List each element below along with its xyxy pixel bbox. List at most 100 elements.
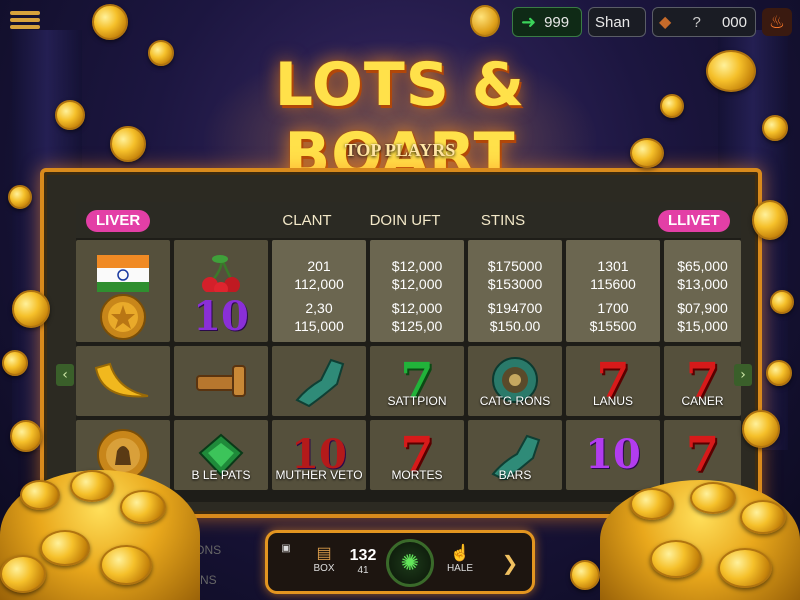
bottom-control-bar: ▣ ▤ BOX 132 41 ✺ ☝ HALE ❯ <box>265 530 535 594</box>
table-cell: 2,30 115,000 <box>272 292 366 342</box>
slot-tile[interactable]: B LE PATS <box>174 420 268 490</box>
coin-icon <box>762 115 788 141</box>
slot-tile[interactable]: 10 MUTHER VETO <box>272 420 366 490</box>
ten-symbol: 10 <box>193 293 249 340</box>
slot-tile[interactable]: 7 SATTPION <box>370 346 464 416</box>
wallet-icon[interactable]: ▣ <box>276 543 296 554</box>
coin-icon <box>10 420 42 452</box>
coin-icon <box>742 410 780 448</box>
seven-symbol: 7 <box>685 427 720 483</box>
coin-icon <box>0 555 46 593</box>
box-label: BOX <box>313 563 335 574</box>
help-button[interactable]: ? <box>692 14 700 31</box>
coin-icon <box>40 530 90 566</box>
hale-label: HALE <box>446 563 474 574</box>
cell-value: $150.00 <box>489 318 541 334</box>
coin-icon <box>630 488 674 520</box>
slot-tile[interactable]: 7 CANER <box>664 346 741 416</box>
coin-icon <box>8 185 32 209</box>
india-flag-icon <box>97 255 149 295</box>
cell-value: $12,000 <box>391 300 443 316</box>
slot-tile[interactable] <box>272 346 366 416</box>
gem-icon: ◆ <box>659 14 672 31</box>
column-header: STINS <box>480 212 526 229</box>
coin-icon <box>120 490 166 524</box>
ten-symbol: 10 <box>585 431 641 478</box>
arrow-right-icon: ➜ <box>521 11 537 32</box>
box-icon: ▤ <box>316 545 332 562</box>
menu-button[interactable] <box>10 8 40 34</box>
list-item[interactable] <box>76 292 170 342</box>
column-header: DOIN UFT <box>369 212 441 229</box>
coin-icon <box>650 540 702 578</box>
coin-icon <box>718 548 772 588</box>
coin-icon <box>570 560 600 590</box>
cell-value: 1301 <box>597 258 629 274</box>
leaderboard-header: LIVER CLANT DOIN UFT STINS LLIVET <box>76 202 741 238</box>
gems-value: 000 <box>721 13 747 31</box>
leaderboard-subtitle: TOP PLAYRS <box>344 140 456 160</box>
slot-tile[interactable]: 7 LANUS <box>566 346 660 416</box>
table-cell: $194700 $150.00 <box>468 292 562 342</box>
cell-value: 1700 <box>597 300 629 316</box>
balance-value: 999 <box>544 13 570 31</box>
player-name-field[interactable]: Shan <box>588 7 646 37</box>
count-sub: 41 <box>357 565 369 576</box>
cell-value: 112,000 <box>294 276 344 292</box>
slot-tile[interactable]: 10 <box>566 420 660 490</box>
cell-value: $12,000 <box>391 258 443 274</box>
table-cell: 1700 $15500 <box>566 292 660 342</box>
balance-display: ➜ 999 <box>512 7 582 37</box>
coin-icon <box>100 545 152 585</box>
gems-display: ◆ ? 000 <box>652 7 756 37</box>
slot-tile[interactable] <box>76 346 170 416</box>
table-cell: $07,900 $15,000 <box>664 292 741 342</box>
coin-icon <box>770 290 794 314</box>
box-button[interactable]: ▤ BOX <box>304 543 344 574</box>
next-arrow-button[interactable]: ❯ <box>496 545 524 581</box>
list-item[interactable]: 10 <box>174 292 268 342</box>
cell-value: $194700 <box>487 300 543 316</box>
star-coin-icon <box>100 294 146 340</box>
coin-icon <box>690 482 736 514</box>
leaderboard-grid: LIVER CLANT DOIN UFT STINS LLIVET 201 11… <box>76 202 741 502</box>
cell-value: 2,30 <box>305 300 333 316</box>
cherries-icon <box>202 255 240 296</box>
fire-icon[interactable]: ♨ <box>762 8 792 36</box>
cell-value: $125,00 <box>391 318 443 334</box>
cell-value: $07,900 <box>677 300 728 316</box>
slot-tile[interactable]: CATG RONS <box>468 346 562 416</box>
slot-tile[interactable] <box>174 346 268 416</box>
tile-caption: MUTHER VETO <box>275 468 363 482</box>
slot-tile[interactable]: 7 MORTES <box>370 420 464 490</box>
faint-label: NS <box>200 573 217 587</box>
spin-button[interactable]: ✺ <box>386 539 434 587</box>
coin-icon <box>766 360 792 386</box>
slot-tile[interactable]: BARS <box>468 420 562 490</box>
tile-caption: BARS <box>498 468 532 482</box>
cell-value: 201 <box>307 258 331 274</box>
coin-icon <box>630 138 664 168</box>
coin-icon <box>740 500 786 534</box>
tile-caption: B LE PATS <box>191 468 251 482</box>
coin-icon <box>752 200 788 240</box>
coin-icon <box>2 350 28 376</box>
hale-button[interactable]: ☝ HALE <box>440 543 480 574</box>
coin-icon <box>470 5 500 37</box>
hamburger-icon <box>10 11 40 15</box>
scroll-right-button[interactable]: › <box>734 364 752 386</box>
cell-value: $15,000 <box>677 318 728 334</box>
table-cell: $12,000 $125,00 <box>370 292 464 342</box>
live-tag-left[interactable]: LIVER <box>86 210 151 232</box>
tile-caption: SATTPION <box>387 394 447 408</box>
scroll-left-button[interactable]: ‹ <box>56 364 74 386</box>
player-name: Shan <box>595 13 631 31</box>
cell-value: $65,000 <box>677 258 728 274</box>
tile-caption: LANUS <box>592 394 633 408</box>
leaderboard-panel: LIVER CLANT DOIN UFT STINS LLIVET 201 11… <box>40 168 762 518</box>
live-tag-right[interactable]: LLIVET <box>658 210 730 232</box>
coin-icon <box>20 480 60 510</box>
coin-icon <box>92 4 128 40</box>
coin-icon <box>55 100 85 130</box>
count-display: 132 41 <box>340 547 386 576</box>
